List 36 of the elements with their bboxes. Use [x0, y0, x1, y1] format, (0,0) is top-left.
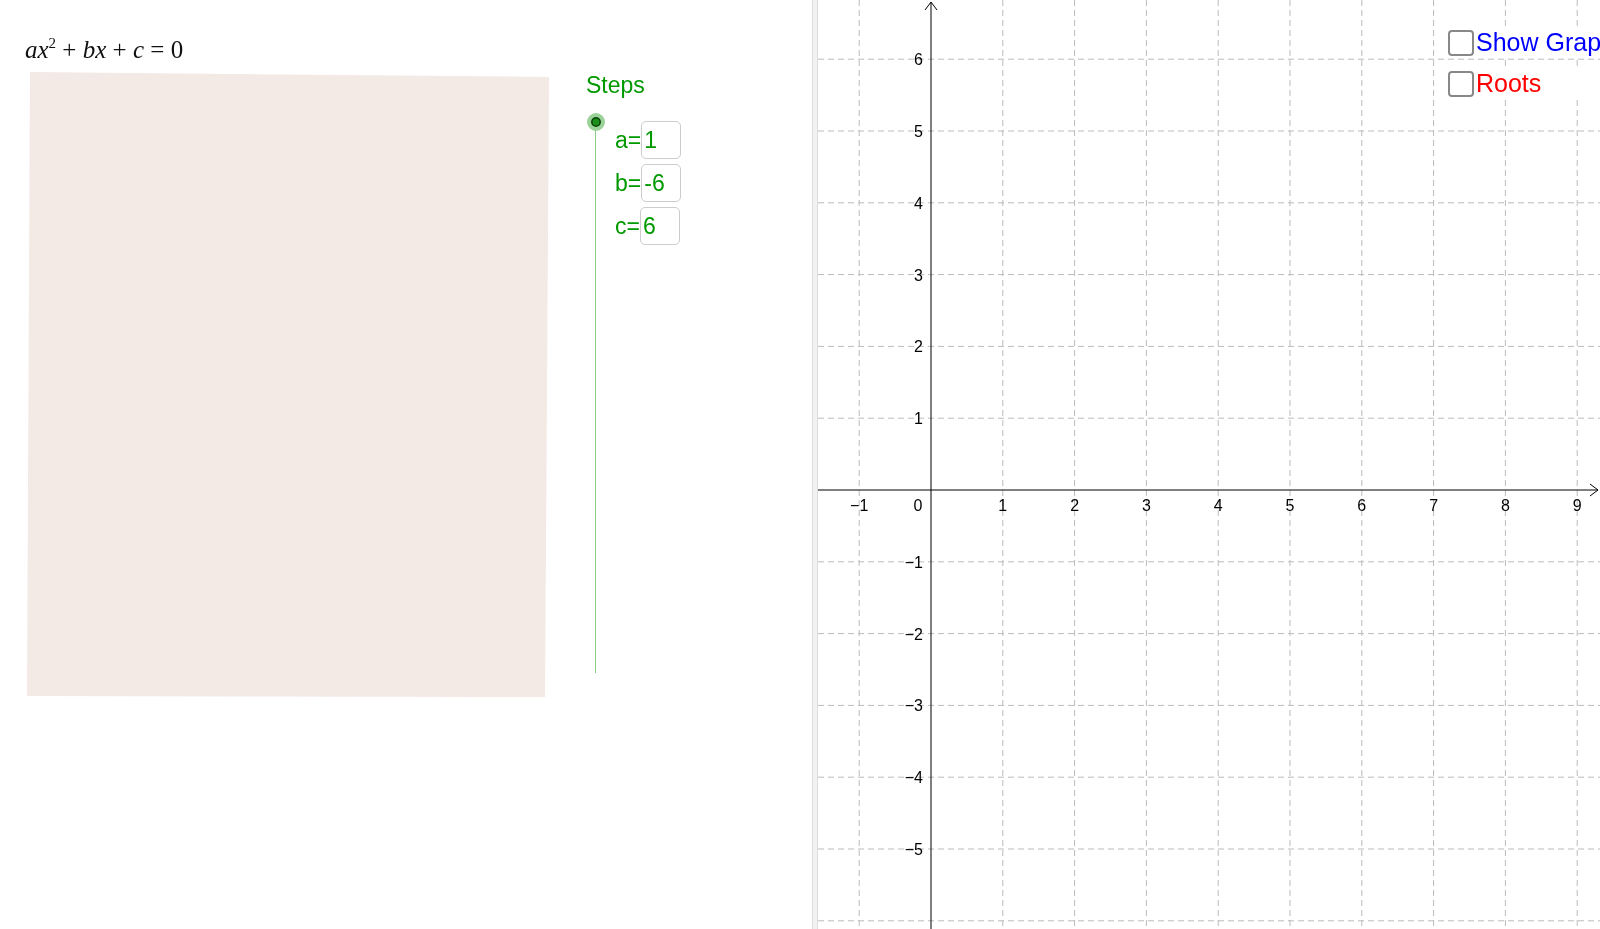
y-tick-label: 1	[914, 410, 923, 428]
checkbox[interactable]	[1448, 70, 1474, 97]
y-tick-label: −2	[904, 625, 923, 643]
x-tick-label: 2	[1070, 497, 1080, 514]
x-tick-label: 8	[1500, 497, 1510, 514]
slider-label: Steps	[586, 72, 645, 99]
coefficient-input[interactable]: 6	[639, 207, 680, 245]
y-tick-label: −1	[904, 553, 923, 571]
coefficient-label: c=	[615, 212, 640, 240]
x-tick-label: 3	[1141, 497, 1151, 514]
slider-thumb[interactable]	[587, 113, 605, 131]
y-tick-label: 5	[914, 123, 923, 140]
x-tick-label: 9	[1572, 497, 1582, 514]
y-tick-label: 4	[914, 194, 923, 212]
x-tick-label: 6	[1357, 497, 1367, 514]
y-tick-label: 6	[914, 51, 923, 69]
origin-label: 0	[913, 497, 923, 514]
x-tick-label: −1	[850, 497, 869, 514]
vertical-slider[interactable]	[586, 113, 606, 673]
y-tick-label: 2	[914, 338, 923, 356]
coefficient-label: b=	[615, 169, 642, 197]
y-tick-label: −4	[904, 769, 923, 787]
y-tick-label: −5	[904, 841, 923, 858]
x-tick-label: 5	[1285, 497, 1295, 514]
checkbox-label: Show Grap	[1476, 28, 1600, 57]
coefficient-input[interactable]: 1	[641, 121, 682, 159]
checkbox-label: Roots	[1476, 69, 1542, 98]
y-tick-label: 3	[914, 266, 923, 284]
x-tick-label: 7	[1429, 497, 1439, 514]
coefficient-input[interactable]: -6	[641, 164, 682, 202]
y-tick-label: −3	[904, 697, 923, 715]
coefficient-label: a=	[615, 126, 642, 154]
x-tick-label: 1	[998, 497, 1008, 514]
quadratic-equation: ax$^{2}$ + bx + c = 0	[25, 36, 184, 64]
checkbox[interactable]	[1448, 29, 1474, 56]
x-tick-label: 4	[1213, 497, 1223, 514]
